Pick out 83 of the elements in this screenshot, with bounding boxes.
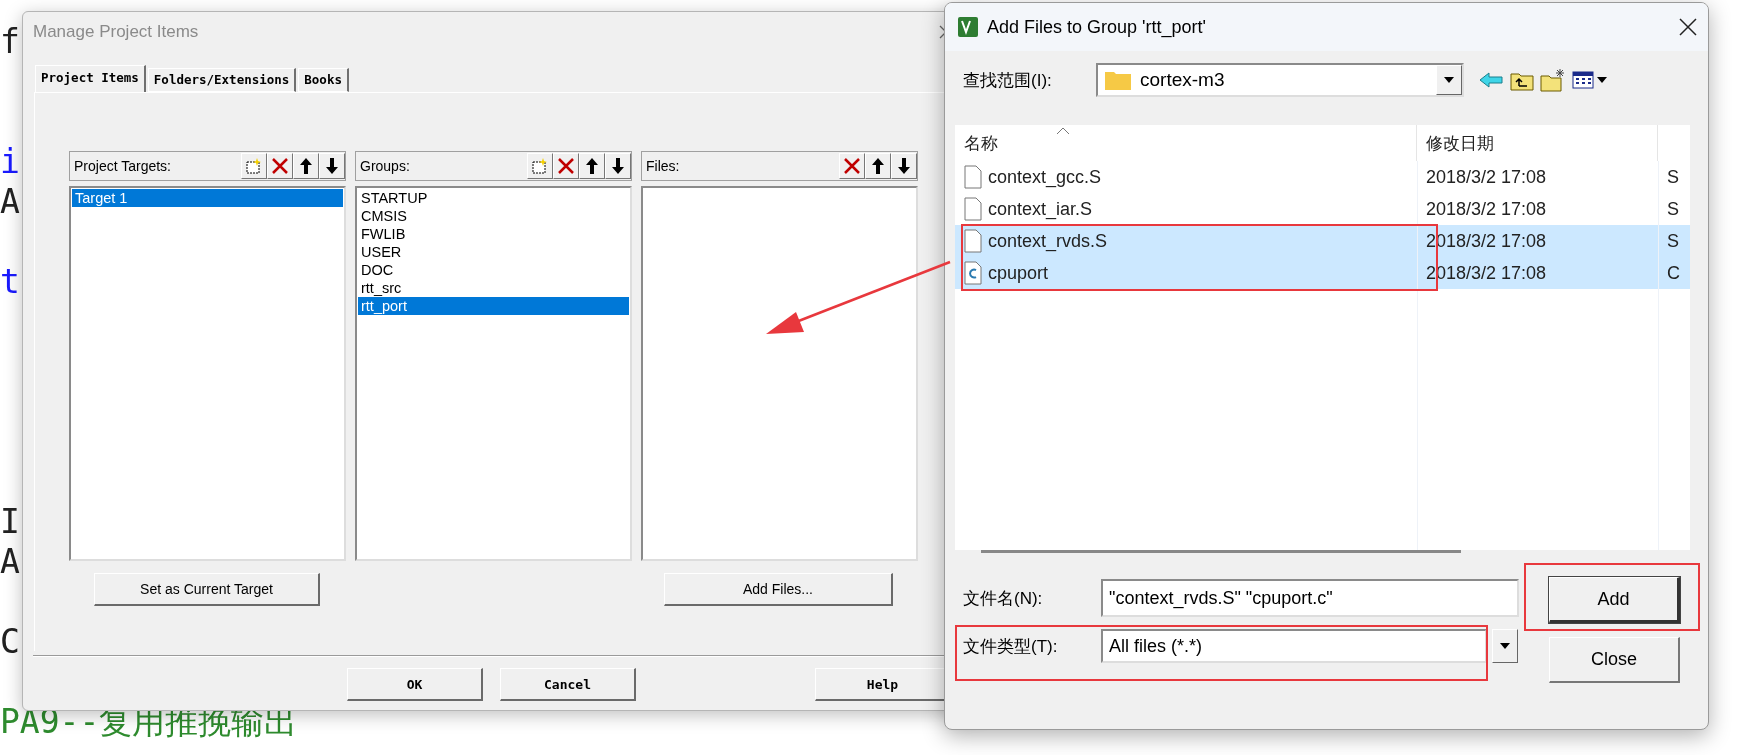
dialog-title: Manage Project Items	[33, 22, 199, 42]
file-name-field[interactable]: "context_rvds.S" "cpuport.c"	[1101, 579, 1519, 617]
panel-title: Groups:	[360, 158, 411, 174]
list-item[interactable]: FWLIB	[358, 225, 629, 243]
code-text: t	[0, 262, 20, 301]
file-row[interactable]: context_gcc.S 2018/3/2 17:08 S	[955, 161, 1690, 193]
new-item-icon	[531, 157, 549, 175]
toolbar-button[interactable]	[553, 153, 579, 179]
file-type-text: S	[1667, 198, 1679, 220]
file-type-text: S	[1667, 230, 1679, 252]
panel-title: Files:	[646, 158, 681, 174]
c-file-icon	[964, 261, 982, 285]
code-text: A	[0, 182, 20, 221]
up-arrow-icon	[298, 157, 314, 175]
down-arrow-icon	[610, 157, 626, 175]
list-item[interactable]: STARTUP	[358, 189, 629, 207]
sort-caret-icon	[1056, 127, 1070, 135]
list-item[interactable]: Target 1	[72, 189, 343, 207]
view-menu-icon	[1572, 70, 1608, 90]
delete-icon	[557, 157, 575, 175]
document-icon	[964, 165, 982, 189]
up-arrow-icon	[870, 157, 886, 175]
file-name: context_gcc.S	[988, 166, 1102, 188]
tab[interactable]: Project Items	[35, 65, 146, 92]
folder-icon	[1104, 69, 1132, 91]
field-label: 文件类型(T):	[963, 635, 1059, 658]
caret-icon	[1500, 643, 1510, 649]
modified-date: 2018/3/2 17:08	[1426, 198, 1547, 220]
dialog-button[interactable]: OK	[347, 668, 483, 701]
column-header[interactable]: 名称	[955, 125, 1417, 161]
file-name: context_iar.S	[988, 198, 1093, 220]
back-arrow-icon	[1478, 70, 1504, 90]
code-text: i	[0, 142, 20, 181]
file-type-text: C	[1667, 262, 1680, 284]
field-label: 文件名(N):	[963, 587, 1044, 610]
new-item-icon	[245, 157, 263, 175]
dialog-button[interactable]: Add	[1549, 577, 1680, 623]
toolbar-button[interactable]	[605, 153, 631, 179]
dialog-button[interactable]: Cancel	[500, 668, 636, 701]
panel-button[interactable]: Set as Current Target	[94, 572, 320, 606]
document-icon	[964, 229, 982, 253]
list-item[interactable]: DOC	[358, 261, 629, 279]
code-text: f	[0, 22, 20, 61]
toolbar-button[interactable]	[293, 153, 319, 179]
up-arrow-icon	[584, 157, 600, 175]
new-folder-icon	[1540, 68, 1566, 92]
tab[interactable]: Folders/Extensions	[147, 68, 297, 92]
file-type-dropdown[interactable]: All files (*.*)	[1101, 629, 1487, 663]
code-text: I	[0, 502, 20, 541]
toolbar-button[interactable]	[579, 153, 605, 179]
column-header[interactable]: 修改日期	[1417, 125, 1658, 161]
field-label: 查找范围(I):	[963, 69, 1053, 92]
panel-button[interactable]: Add Files...	[664, 572, 893, 606]
file-name: cpuport	[988, 262, 1049, 284]
close-icon[interactable]	[1678, 17, 1698, 37]
file-row[interactable]: context_iar.S 2018/3/2 17:08 S	[955, 193, 1690, 225]
list-item[interactable]: CMSIS	[358, 207, 629, 225]
toolbar-button[interactable]	[267, 153, 293, 179]
file-name: context_rvds.S	[988, 230, 1108, 252]
dialog-button[interactable]: Close	[1549, 637, 1680, 683]
list-item[interactable]: rtt_port	[358, 297, 629, 315]
modified-date: 2018/3/2 17:08	[1426, 166, 1547, 188]
list-item[interactable]: rtt_src	[358, 279, 629, 297]
down-arrow-icon	[896, 157, 912, 175]
toolbar-button[interactable]	[839, 153, 865, 179]
toolbar-button[interactable]	[891, 153, 917, 179]
toolbar-button[interactable]	[319, 153, 345, 179]
dialog-title: Add Files to Group 'rtt_port'	[987, 16, 1207, 38]
code-text: A	[0, 542, 20, 581]
panel-title: Project Targets:	[74, 158, 172, 174]
delete-icon	[271, 157, 289, 175]
tab[interactable]: Books	[298, 68, 349, 92]
look-in-dropdown[interactable]: cortex-m3	[1096, 63, 1464, 97]
caret-icon	[1444, 77, 1454, 83]
app-logo-icon	[957, 16, 979, 38]
list-item[interactable]: USER	[358, 243, 629, 261]
delete-icon	[843, 157, 861, 175]
scrollbar[interactable]	[981, 550, 1461, 553]
code-text: C	[0, 622, 20, 661]
toolbar-button[interactable]	[865, 153, 891, 179]
document-icon	[964, 197, 982, 221]
file-type-text: S	[1667, 166, 1679, 188]
down-arrow-icon	[324, 157, 340, 175]
